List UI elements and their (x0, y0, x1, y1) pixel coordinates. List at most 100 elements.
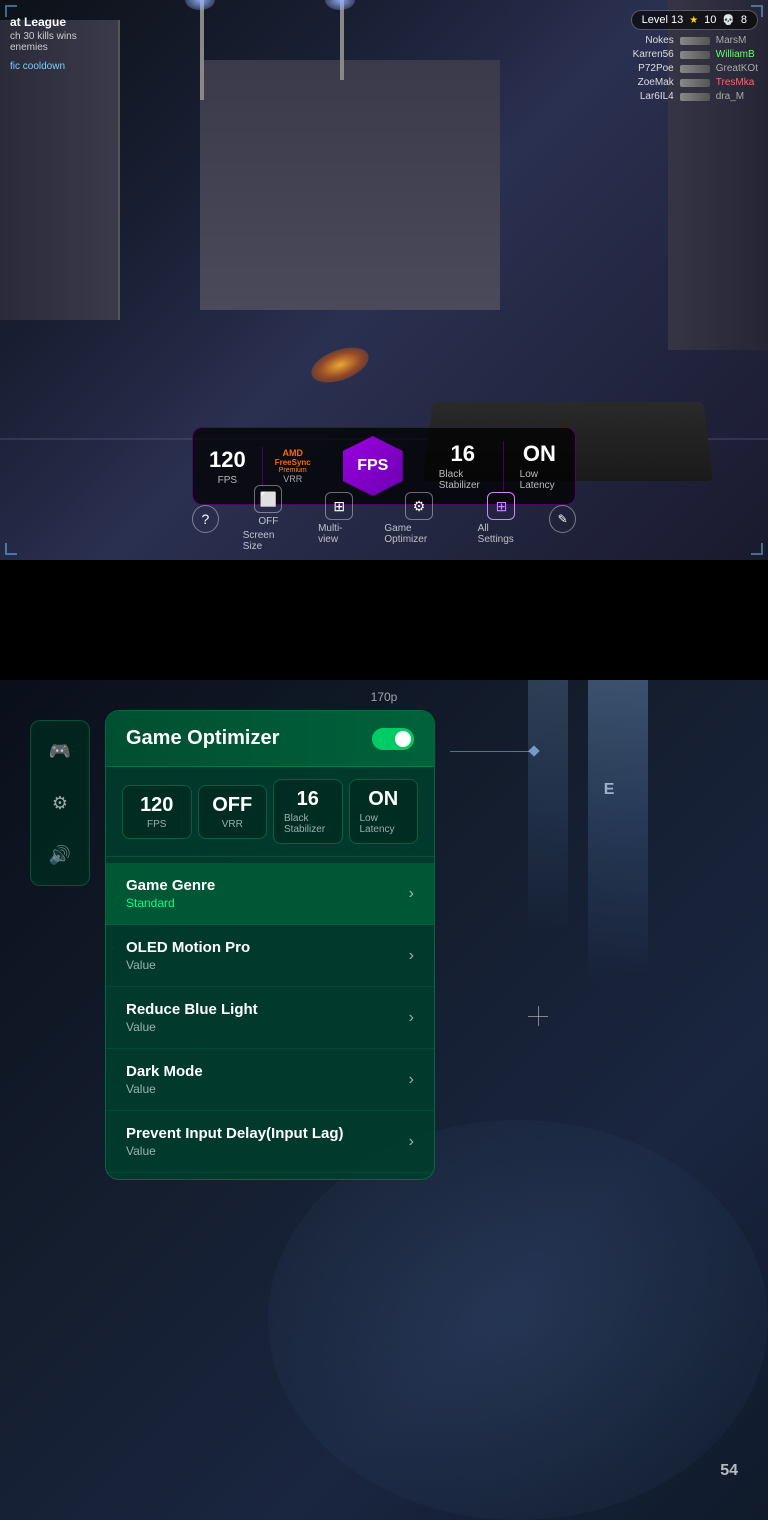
range-line (450, 751, 530, 752)
fps-label: FPS (218, 475, 237, 486)
hud-top-left: at League ch 30 kills wins enemies fic c… (10, 15, 77, 72)
screen-size-icon: ⬜ (254, 485, 282, 513)
score-value: dra_M (716, 91, 744, 102)
vrr-stat-box: OFF VRR (198, 785, 268, 839)
all-settings-icon: ⊞ (487, 492, 515, 520)
game-genre-title: Game Genre (126, 877, 215, 894)
corner-br (751, 543, 763, 555)
latency-value: ON (523, 441, 556, 467)
sidebar-gamepad-icon[interactable]: 🎮 (42, 733, 78, 769)
game-title: at League (10, 15, 77, 29)
weapon-icon (680, 37, 710, 45)
game-optimizer-nav[interactable]: ⚙ Game Optimizer (384, 492, 453, 545)
fps-value: 120 (209, 447, 246, 473)
range-diamond (528, 746, 539, 757)
fps-stat: 120 FPS (193, 447, 263, 486)
prevent-input-delay-title: Prevent Input Delay(Input Lag) (126, 1125, 344, 1142)
freesync-text: FreeSync (275, 458, 311, 467)
edit-button[interactable]: ✎ (549, 505, 576, 533)
black-stab-box-label: Black Stabilizer (284, 813, 332, 835)
weapon-icon (680, 51, 710, 59)
scoreboard: Nokes MarsM Karren56 WilliamB P72Poe Gre… (619, 35, 758, 102)
score-row: Karren56 WilliamB (619, 49, 758, 60)
reduce-blue-light-left: Reduce Blue Light Value (126, 1001, 258, 1034)
panel-title: Game Optimizer (126, 727, 279, 750)
black-stab-box-value: 16 (297, 788, 319, 811)
player-name: P72Poe (619, 63, 674, 74)
fps-center-label: FPS (357, 457, 388, 475)
ammo-counter: 54 (720, 1462, 738, 1480)
all-settings-label: All Settings (478, 523, 526, 545)
screen-size-nav[interactable]: ⬜ OFF Screen Size (243, 485, 294, 552)
reduce-blue-light-value: Value (126, 1020, 258, 1034)
stars-count: 10 (704, 14, 716, 26)
game-optimizer-icon: ⚙ (405, 492, 433, 520)
oled-motion-title: OLED Motion Pro (126, 939, 250, 956)
cooldown-text: fic cooldown (10, 61, 77, 72)
prevent-input-delay-item[interactable]: Prevent Input Delay(Input Lag) Value › (106, 1111, 434, 1173)
top-game-section: at League ch 30 kills wins enemies fic c… (0, 0, 768, 560)
all-settings-nav[interactable]: ⊞ All Settings (478, 492, 526, 545)
game-optimizer-panel: Game Optimizer 120 FPS OFF VRR 16 Black … (105, 710, 435, 1180)
chevron-right-icon: › (409, 1009, 414, 1027)
ice-surface (268, 1120, 768, 1520)
score-row: P72Poe GreatKOt (619, 63, 758, 74)
help-button[interactable]: ? (192, 505, 219, 533)
street-light-2 (340, 0, 344, 80)
sidebar-volume-icon[interactable]: 🔊 (42, 837, 78, 873)
game-genre-left: Game Genre Standard (126, 877, 215, 910)
game-genre-value: Standard (126, 896, 215, 910)
dark-mode-title: Dark Mode (126, 1063, 203, 1080)
prevent-input-delay-value: Value (126, 1144, 344, 1158)
vrr-label: VRR (283, 474, 302, 484)
oled-motion-left: OLED Motion Pro Value (126, 939, 250, 972)
oled-motion-item[interactable]: OLED Motion Pro Value › (106, 925, 434, 987)
score-row: Lar6IL4 dra_M (619, 91, 758, 102)
fps-indicator-value: 170p (371, 690, 398, 704)
hud-top-right: Level 13 ★ 10 💀 8 Nokes MarsM Karren56 W… (619, 10, 758, 102)
weapon-icon (680, 93, 710, 101)
dark-mode-left: Dark Mode Value (126, 1063, 203, 1096)
e-marker: E (604, 781, 615, 799)
bottom-game-section: 170p E 54 🎮 ⚙ 🔊 Game Optimizer 120 FPS O… (0, 680, 768, 1520)
middle-gap (0, 560, 768, 680)
street-light-1 (200, 0, 204, 100)
chevron-right-icon: › (409, 1071, 414, 1089)
star-icon: ★ (689, 15, 698, 26)
player-name: ZoeMak (619, 77, 674, 88)
chevron-right-icon: › (409, 1133, 414, 1151)
corner-tl (5, 5, 17, 17)
game-optimizer-label: Game Optimizer (384, 523, 453, 545)
reduce-blue-light-item[interactable]: Reduce Blue Light Value › (106, 987, 434, 1049)
fps-stat-box: 120 FPS (122, 785, 192, 839)
menu-section: Game Genre Standard › OLED Motion Pro Va… (106, 857, 434, 1179)
chevron-right-icon: › (409, 885, 414, 903)
score-value: GreatKOt (716, 63, 758, 74)
multiview-label: Multi-view (318, 523, 360, 545)
player-name: Lar6IL4 (619, 91, 674, 102)
weapon-icon (680, 65, 710, 73)
vrr-box-label: VRR (222, 819, 243, 830)
weapon-icon (680, 79, 710, 87)
dark-mode-item[interactable]: Dark Mode Value › (106, 1049, 434, 1111)
latency-box-label: Low Latency (360, 813, 408, 835)
chevron-right-icon: › (409, 947, 414, 965)
player-name: Karren56 (619, 49, 674, 60)
fps-box-value: 120 (140, 794, 173, 817)
panel-header: Game Optimizer (106, 711, 434, 767)
range-marker (450, 747, 538, 755)
waterfall-1 (588, 680, 648, 980)
toggle-switch[interactable] (372, 728, 414, 750)
screen-size-value: OFF (258, 516, 278, 527)
kills-count: 8 (741, 14, 747, 26)
corner-bl (5, 543, 17, 555)
black-stab-box: 16 Black Stabilizer (273, 779, 343, 844)
multiview-nav[interactable]: ⊞ Multi-view (318, 492, 360, 545)
black-stab-value: 16 (450, 441, 474, 467)
freesync-logo: AMD (282, 448, 303, 458)
sidebar: 🎮 ⚙ 🔊 (30, 720, 90, 886)
game-genre-item[interactable]: Game Genre Standard › (106, 863, 434, 925)
sidebar-settings-icon[interactable]: ⚙ (42, 785, 78, 821)
level-badge: Level 13 ★ 10 💀 8 (631, 10, 758, 30)
score-row: Nokes MarsM (619, 35, 758, 46)
